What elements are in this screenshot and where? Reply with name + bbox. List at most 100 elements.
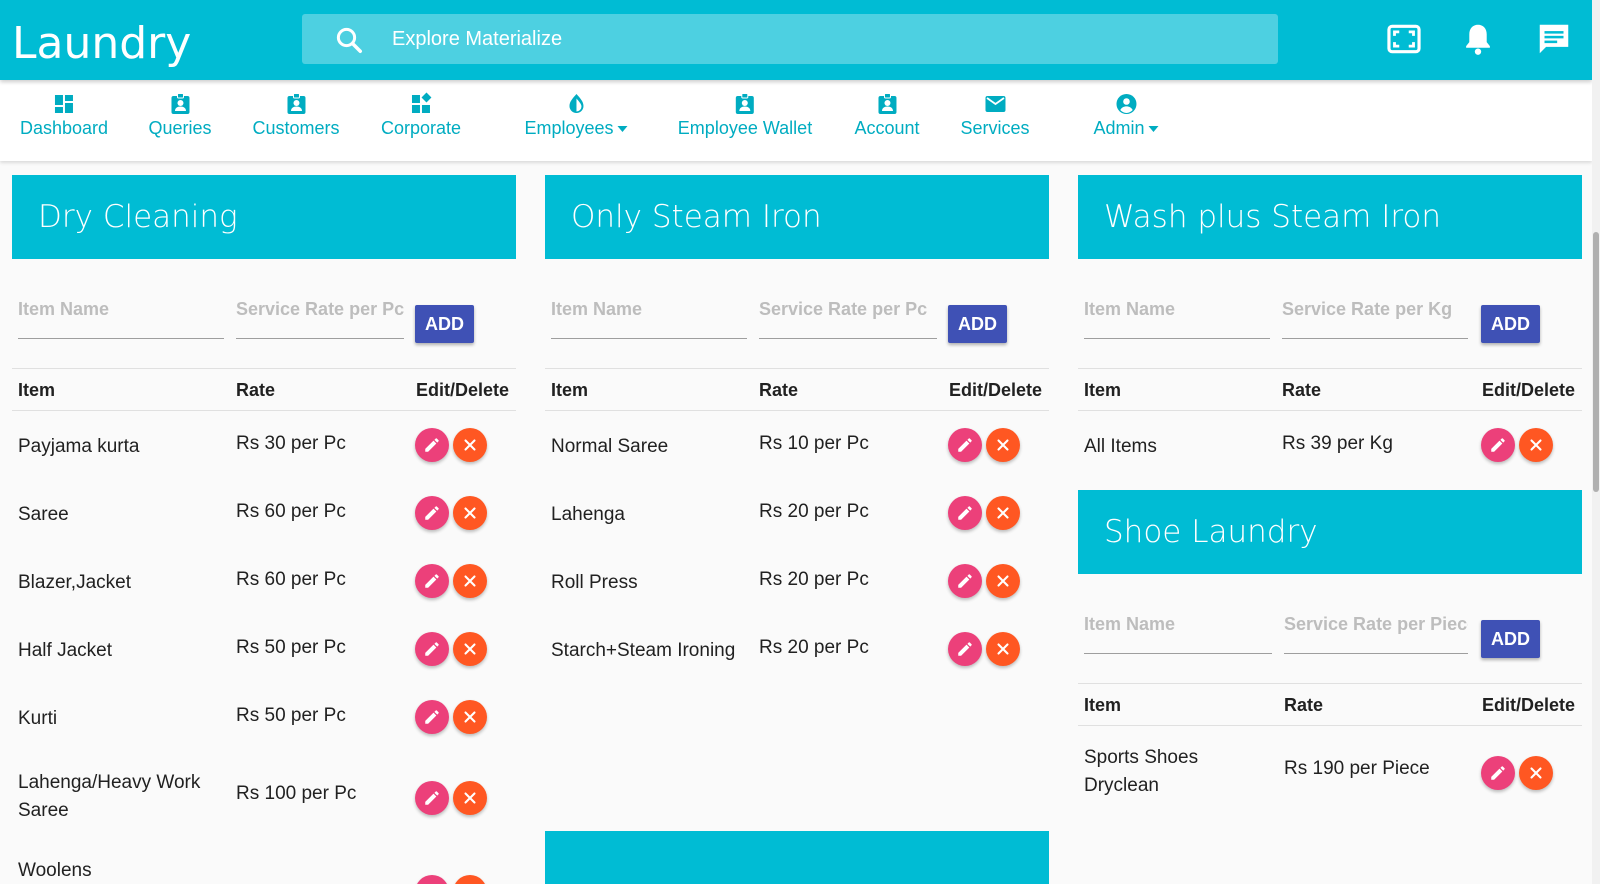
nav-label: Queries bbox=[148, 118, 212, 138]
item-cell: Lahenga bbox=[551, 504, 625, 525]
edit-button[interactable] bbox=[948, 496, 982, 530]
table-row: Lahenga/Heavy Work Saree Rs 100 per Pc bbox=[12, 751, 516, 845]
close-icon bbox=[464, 575, 476, 587]
add-button[interactable]: ADD bbox=[415, 305, 474, 343]
edit-button[interactable] bbox=[415, 875, 449, 884]
nav-queries[interactable]: Queries bbox=[148, 92, 212, 139]
item-name-input[interactable]: Item Name bbox=[551, 299, 747, 339]
delete-button[interactable] bbox=[453, 496, 487, 530]
edit-button[interactable] bbox=[1481, 756, 1515, 790]
delete-button[interactable] bbox=[986, 496, 1020, 530]
delete-button[interactable] bbox=[1519, 428, 1553, 462]
search-input[interactable]: Explore Materialize bbox=[392, 28, 562, 51]
pencil-icon bbox=[958, 506, 972, 520]
add-button[interactable]: ADD bbox=[1481, 620, 1540, 658]
delete-button[interactable] bbox=[986, 428, 1020, 462]
pencil-icon bbox=[958, 642, 972, 656]
column-header-rate: Rate bbox=[236, 380, 276, 400]
edit-button[interactable] bbox=[415, 564, 449, 598]
item-cell: Saree bbox=[18, 504, 69, 525]
column-header-item: Item bbox=[1084, 695, 1122, 715]
table-header: Item Rate Edit/Delete bbox=[545, 369, 1049, 411]
edit-button[interactable] bbox=[415, 700, 449, 734]
edit-button[interactable] bbox=[415, 632, 449, 666]
delete-button[interactable] bbox=[986, 632, 1020, 666]
app-title[interactable]: Laundry bbox=[12, 18, 191, 69]
pencil-icon bbox=[425, 791, 439, 805]
service-rate-input[interactable]: Service Rate per Kg bbox=[1282, 299, 1468, 339]
rate-cell: Rs 20 per Pc bbox=[759, 501, 869, 522]
nav-corporate[interactable]: Corporate bbox=[381, 92, 461, 139]
delete-button[interactable] bbox=[453, 564, 487, 598]
service-rate-input[interactable]: Service Rate per Pc bbox=[236, 299, 404, 339]
fullscreen-icon[interactable] bbox=[1385, 20, 1423, 58]
column-header-rate: Rate bbox=[1282, 380, 1322, 400]
column-header-actions: Edit/Delete bbox=[416, 380, 510, 400]
nav-employee-wallet[interactable]: Employee Wallet bbox=[678, 92, 812, 139]
item-name-input[interactable]: Item Name bbox=[18, 299, 224, 339]
search-bar[interactable]: Explore Materialize bbox=[302, 14, 1278, 64]
rate-cell: Rs 100 per Pc bbox=[236, 783, 357, 804]
rate-cell: Rs 190 per Piece bbox=[1284, 758, 1430, 779]
column-header-rate: Rate bbox=[1284, 695, 1324, 715]
rate-cell: Rs 60 per Pc bbox=[236, 569, 346, 590]
nav-admin[interactable]: Admin bbox=[1093, 92, 1159, 139]
item-name-input[interactable]: Item Name bbox=[1084, 299, 1270, 339]
edit-button[interactable] bbox=[415, 428, 449, 462]
card-dry-cleaning: Dry Cleaning Item Name Service Rate per … bbox=[12, 175, 516, 884]
item-cell: Woolens bbox=[18, 860, 92, 881]
nav-label: Customers bbox=[252, 118, 340, 138]
delete-button[interactable] bbox=[453, 700, 487, 734]
add-item-form: Item Name Service Rate per Pc ADD bbox=[12, 259, 516, 369]
service-rate-input[interactable]: Service Rate per Piece bbox=[1284, 614, 1468, 654]
delete-button[interactable] bbox=[986, 564, 1020, 598]
nav-account[interactable]: Account bbox=[854, 92, 920, 139]
column-header-rate: Rate bbox=[759, 380, 799, 400]
edit-button[interactable] bbox=[948, 564, 982, 598]
delete-button[interactable] bbox=[453, 875, 487, 884]
rate-cell: Rs 60 per Pc bbox=[236, 501, 346, 522]
nav-services[interactable]: Services bbox=[960, 92, 1030, 139]
item-cell: Sports Shoes Dryclean bbox=[1084, 747, 1199, 796]
table-row: Normal Saree Rs 10 per Pc bbox=[545, 411, 1049, 479]
table-row: Saree Rs 60 per Pc bbox=[12, 479, 516, 547]
rate-cell: Rs 20 per Pc bbox=[759, 637, 869, 658]
item-cell: Roll Press bbox=[551, 572, 638, 593]
nav-dashboard[interactable]: Dashboard bbox=[20, 92, 108, 139]
card-title: Dry Cleaning bbox=[12, 175, 516, 259]
delete-button[interactable] bbox=[453, 428, 487, 462]
item-name-input[interactable]: Item Name bbox=[1084, 614, 1272, 654]
table-row: Woolens bbox=[12, 845, 516, 884]
pencil-icon bbox=[425, 574, 439, 588]
close-icon bbox=[997, 575, 1009, 587]
rate-cell: Rs 10 per Pc bbox=[759, 433, 869, 454]
chat-icon[interactable] bbox=[1535, 20, 1573, 58]
table-row: Blazer,Jacket Rs 60 per Pc bbox=[12, 547, 516, 615]
column-header-actions: Edit/Delete bbox=[1482, 380, 1576, 400]
notifications-icon[interactable] bbox=[1459, 20, 1497, 58]
edit-button[interactable] bbox=[415, 781, 449, 815]
rate-cell: Rs 50 per Pc bbox=[236, 637, 346, 658]
item-cell: Normal Saree bbox=[551, 436, 669, 457]
table-row: Starch+Steam Ironing Rs 20 per Pc bbox=[545, 615, 1049, 683]
add-button[interactable]: ADD bbox=[1481, 305, 1540, 343]
close-icon bbox=[464, 439, 476, 451]
edit-button[interactable] bbox=[415, 496, 449, 530]
service-rate-input[interactable]: Service Rate per Pc bbox=[759, 299, 937, 339]
delete-button[interactable] bbox=[453, 632, 487, 666]
delete-button[interactable] bbox=[453, 781, 487, 815]
edit-button[interactable] bbox=[948, 428, 982, 462]
scrollbar-thumb[interactable] bbox=[1593, 232, 1599, 492]
rate-cell: Rs 30 per Pc bbox=[236, 433, 346, 454]
edit-button[interactable] bbox=[1481, 428, 1515, 462]
column-header-item: Item bbox=[18, 380, 56, 400]
edit-button[interactable] bbox=[948, 632, 982, 666]
close-icon bbox=[1530, 439, 1542, 451]
nav-customers[interactable]: Customers bbox=[252, 92, 340, 139]
delete-button[interactable] bbox=[1519, 756, 1553, 790]
nav-employees[interactable]: Employees bbox=[524, 92, 628, 139]
add-button[interactable]: ADD bbox=[948, 305, 1007, 343]
item-cell: All Items bbox=[1084, 436, 1157, 457]
card-wash-plus-steam-iron: Wash plus Steam Iron Item Name Service R… bbox=[1078, 175, 1582, 479]
add-item-form: Item Name Service Rate per Pc ADD bbox=[545, 259, 1049, 369]
